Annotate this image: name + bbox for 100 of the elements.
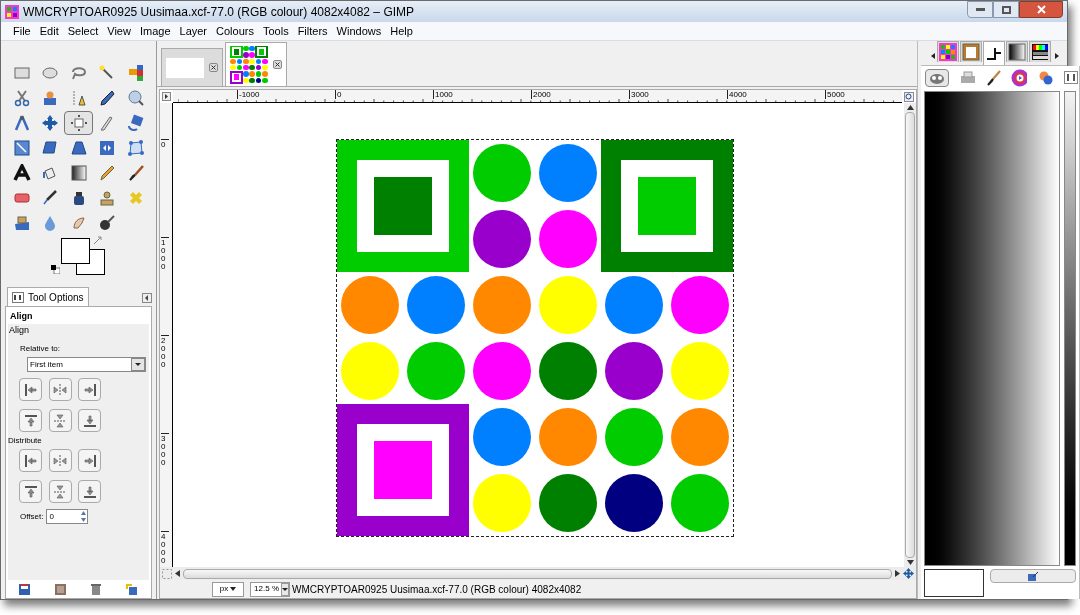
align-button[interactable] [78,480,102,503]
maximize-button[interactable] [993,1,1019,18]
align-button[interactable] [48,480,72,503]
airbrush-icon [41,189,60,207]
color-select-icon [126,64,145,82]
ruler-label: 2000 [161,335,169,369]
flip-icon [98,139,117,157]
dock-tab[interactable] [983,41,1005,65]
menu-item[interactable]: Colours [216,22,254,40]
menu-item[interactable]: Windows [336,22,382,40]
align-button[interactable] [78,449,102,472]
align-left-icon [22,381,39,398]
perspective-stamp-icon [12,214,31,232]
scroll-up-icon [906,105,914,110]
close-icon[interactable] [209,63,218,72]
tab-scroll-left-icon[interactable] [931,53,935,59]
menu-item[interactable]: View [107,22,131,40]
align-button[interactable] [48,378,72,401]
maximize-icon [1001,5,1011,14]
unit-dropdown[interactable]: px [212,581,244,597]
ruler-label: 3000 [629,90,649,99]
brush-icon [985,69,1001,87]
ruler-label: -1000 [237,90,260,99]
tool-options-tab[interactable]: Tool Options [7,287,89,306]
menu-item[interactable]: Filters [297,22,328,40]
minimize-icon [975,8,985,11]
menu-item[interactable]: Image [139,22,171,40]
horizontal-scrollbar[interactable] [183,568,892,579]
edit-button[interactable] [990,569,1076,583]
color-swatches-icon[interactable] [61,238,105,275]
align-button[interactable] [78,409,102,432]
align-button[interactable] [48,409,72,432]
default-colors-icon[interactable] [51,265,60,274]
move-icon [41,114,60,132]
ruler-label: 5000 [825,90,845,99]
ruler-label: 4000 [727,90,747,99]
dock-tab[interactable] [1006,41,1028,62]
colors-icon [1037,69,1053,87]
image-thumbnail [166,57,204,78]
relative-to-label: Relative to: [19,343,61,355]
align-button[interactable] [78,378,102,401]
offset-label: Offset: [20,510,44,523]
menu-item[interactable]: Edit [39,22,59,40]
align-button[interactable] [19,409,42,432]
color-wheel-icon [1011,69,1027,87]
ruler-label: 2000 [531,90,551,99]
magnifier-icon [126,89,145,107]
dock-tab[interactable] [1029,41,1051,62]
reset-icon[interactable] [126,583,139,595]
tool-button[interactable] [64,111,94,135]
image-tab[interactable] [225,42,287,86]
align-center-icon [52,452,69,469]
distribute-label: Distribute [8,435,42,447]
dock-tab[interactable] [937,41,959,62]
zoom-icon[interactable] [904,92,914,102]
align-icon [69,114,88,132]
restore-icon[interactable] [54,583,66,595]
dropdown-arrow-icon [230,587,237,591]
perspective-icon [69,139,88,157]
eyedropper-icon [98,89,117,107]
trash-icon[interactable] [91,583,102,595]
color-swatch[interactable] [924,569,984,597]
align-button[interactable] [19,480,42,503]
menu-item[interactable]: File [13,22,31,40]
vertical-scrollbar[interactable] [904,103,916,567]
menu-item[interactable]: Help [390,22,413,40]
swap-colors-icon[interactable] [93,236,102,245]
scrollbar-thumb[interactable] [905,112,915,558]
dock-subtab[interactable] [985,69,1001,87]
align-button[interactable] [19,378,42,401]
ruler-label: 0 [335,90,342,99]
close-button[interactable] [1019,1,1063,18]
offset-spinbox[interactable]: 0 [46,509,89,524]
quick-mask-menu-icon[interactable] [162,92,171,101]
relative-to-dropdown[interactable]: First item [27,357,146,372]
menu-item[interactable]: Tools [262,22,289,40]
menu-item[interactable]: Select [67,22,99,40]
navigate-icon[interactable] [903,568,914,579]
ruler-label: 1000 [433,90,453,99]
align-bottom-icon [81,412,98,429]
ruler-label: 0 [161,139,169,149]
zoom-dropdown[interactable]: 12.5 % [250,581,290,597]
configure-tab-icon[interactable] [142,293,152,303]
ruler-label: 1000 [161,237,169,271]
minimize-button[interactable] [967,1,993,18]
close-icon[interactable] [273,60,282,69]
menu-item[interactable]: Layer [179,22,208,40]
dock-subtab[interactable] [1063,69,1079,87]
image-thumbnail [230,45,268,84]
tab-scroll-right-icon[interactable] [1055,53,1059,59]
edit-icon [1028,571,1038,581]
save-icon[interactable] [18,583,30,595]
dodge-icon [98,214,117,232]
ellipse-select-icon [41,64,60,82]
close-icon [1036,5,1046,14]
align-top-icon [22,483,39,500]
align-button[interactable] [48,449,72,472]
scroll-right-icon [895,570,900,577]
align-button[interactable] [19,449,42,472]
scissors-icon [12,89,31,107]
